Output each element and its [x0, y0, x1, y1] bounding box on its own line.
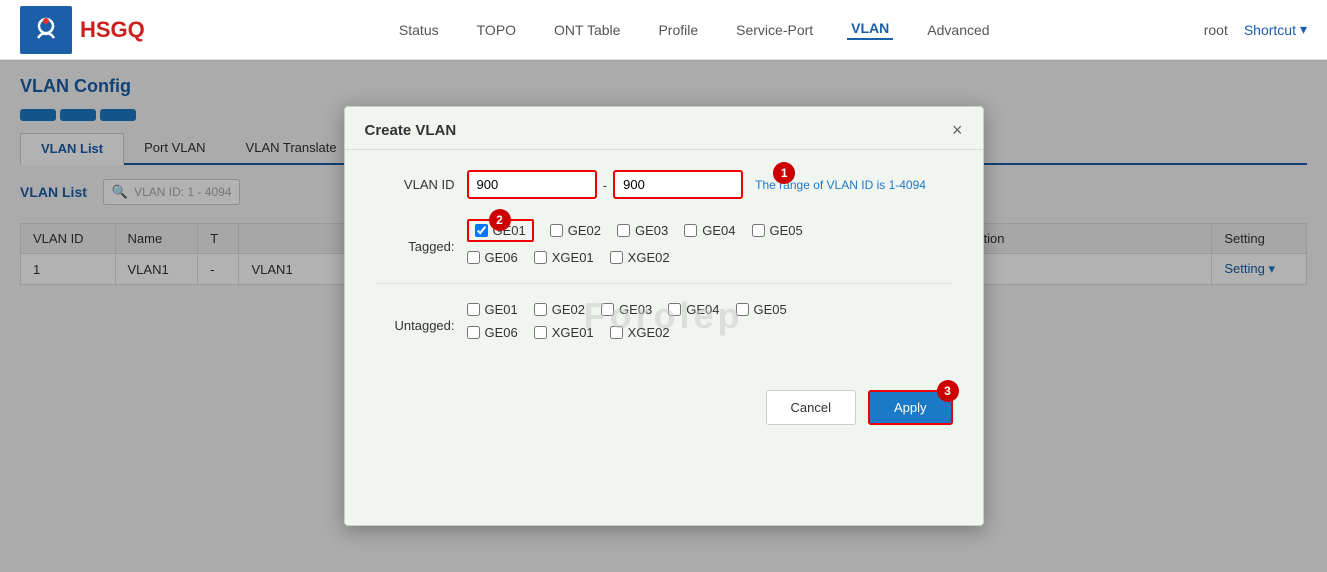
page-content: VLAN Config VLAN List Port VLAN VLAN Tra… — [0, 60, 1327, 572]
nav-advanced[interactable]: Advanced — [923, 22, 993, 38]
logo-area: HSGQ — [20, 6, 145, 54]
tagged-xge01-checkbox[interactable] — [534, 251, 547, 264]
nav-ont-table[interactable]: ONT Table — [550, 22, 624, 38]
vlan-id-from-input[interactable] — [467, 170, 597, 199]
step-badge-2: 2 — [489, 209, 511, 231]
untagged-xge01-checkbox[interactable] — [534, 326, 547, 339]
tagged-ge02-checkbox[interactable] — [550, 224, 563, 237]
tagged-ge03-item[interactable]: GE03 — [617, 223, 668, 238]
untagged-xge01-label: XGE01 — [552, 325, 594, 340]
logo-icon — [20, 6, 72, 54]
dialog-header: Create VLAN × — [345, 107, 983, 150]
tagged-ge04-checkbox[interactable] — [684, 224, 697, 237]
vlan-id-row: VLAN ID - 1 The range of VLAN ID is 1-40… — [375, 170, 953, 199]
tagged-ge05-item[interactable]: GE05 — [752, 223, 803, 238]
untagged-ports-row2: GE06 XGE01 XGE02 — [467, 325, 787, 340]
untagged-ge01-item[interactable]: GE01 — [467, 302, 518, 317]
tagged-label: Tagged: — [375, 239, 455, 254]
create-vlan-dialog: Forolep Create VLAN × VLAN ID - 1 The r — [344, 106, 984, 526]
untagged-ge02-label: GE02 — [552, 302, 585, 317]
cancel-button[interactable]: Cancel — [766, 390, 856, 425]
untagged-ge06-item[interactable]: GE06 — [467, 325, 518, 340]
untagged-ge04-checkbox[interactable] — [668, 303, 681, 316]
untagged-ge01-label: GE01 — [485, 302, 518, 317]
tagged-xge01-item[interactable]: XGE01 — [534, 250, 594, 265]
dash-separator: - — [603, 177, 608, 193]
dialog-body: VLAN ID - 1 The range of VLAN ID is 1-40… — [345, 150, 983, 376]
vlan-id-inputs: - 1 — [467, 170, 744, 199]
nav-items: Status TOPO ONT Table Profile Service-Po… — [185, 20, 1204, 40]
tagged-xge02-label: XGE02 — [628, 250, 670, 265]
nav-root[interactable]: root — [1204, 22, 1228, 38]
tagged-xge01-label: XGE01 — [552, 250, 594, 265]
untagged-xge02-label: XGE02 — [628, 325, 670, 340]
untagged-ge02-checkbox[interactable] — [534, 303, 547, 316]
untagged-ge06-checkbox[interactable] — [467, 326, 480, 339]
untagged-ports-row1: GE01 GE02 GE03 — [467, 302, 787, 317]
tagged-ge02-item[interactable]: GE02 — [550, 223, 601, 238]
tagged-section: Tagged: 2 GE01 GE02 — [375, 219, 953, 273]
untagged-label: Untagged: — [375, 318, 455, 333]
tagged-ge03-label: GE03 — [635, 223, 668, 238]
tagged-ge06-item[interactable]: GE06 — [467, 250, 518, 265]
untagged-xge01-item[interactable]: XGE01 — [534, 325, 594, 340]
untagged-ge03-label: GE03 — [619, 302, 652, 317]
step-badge-1: 1 — [773, 162, 795, 184]
step-badge-3: 3 — [937, 380, 959, 402]
tagged-ge06-checkbox[interactable] — [467, 251, 480, 264]
tagged-xge02-item[interactable]: XGE02 — [610, 250, 670, 265]
untagged-ge03-checkbox[interactable] — [601, 303, 614, 316]
untagged-ge03-item[interactable]: GE03 — [601, 302, 652, 317]
tagged-xge02-checkbox[interactable] — [610, 251, 623, 264]
dialog-title: Create VLAN — [365, 122, 457, 139]
nav-right: root Shortcut ▾ — [1204, 21, 1307, 38]
untagged-xge02-checkbox[interactable] — [610, 326, 623, 339]
untagged-xge02-item[interactable]: XGE02 — [610, 325, 670, 340]
untagged-ge05-item[interactable]: GE05 — [736, 302, 787, 317]
tagged-ge02-label: GE02 — [568, 223, 601, 238]
tagged-ge01-checkbox[interactable] — [475, 224, 488, 237]
tagged-ge05-checkbox[interactable] — [752, 224, 765, 237]
vlan-id-label: VLAN ID — [375, 177, 455, 192]
nav-shortcut[interactable]: Shortcut ▾ — [1244, 21, 1307, 38]
nav-profile[interactable]: Profile — [654, 22, 702, 38]
tagged-ge05-label: GE05 — [770, 223, 803, 238]
tagged-ports-row1: GE01 GE02 GE03 — [467, 219, 803, 242]
dialog-footer: Cancel 3 Apply — [345, 376, 983, 439]
chevron-down-icon: ▾ — [1300, 21, 1307, 38]
tagged-ge04-item[interactable]: GE04 — [684, 223, 735, 238]
tagged-ge04-label: GE04 — [702, 223, 735, 238]
untagged-ge02-item[interactable]: GE02 — [534, 302, 585, 317]
untagged-ge04-label: GE04 — [686, 302, 719, 317]
untagged-ge04-item[interactable]: GE04 — [668, 302, 719, 317]
modal-overlay: Forolep Create VLAN × VLAN ID - 1 The r — [0, 60, 1327, 572]
untagged-section: Untagged: GE01 GE02 — [375, 302, 953, 348]
untagged-ge01-checkbox[interactable] — [467, 303, 480, 316]
nav-service-port[interactable]: Service-Port — [732, 22, 817, 38]
nav-vlan[interactable]: VLAN — [847, 20, 893, 40]
brand-name: HSGQ — [80, 17, 145, 43]
untagged-ge05-label: GE05 — [754, 302, 787, 317]
nav-topo[interactable]: TOPO — [473, 22, 520, 38]
header: HSGQ Status TOPO ONT Table Profile Servi… — [0, 0, 1327, 60]
tagged-ge06-label: GE06 — [485, 250, 518, 265]
untagged-ge06-label: GE06 — [485, 325, 518, 340]
section-divider — [375, 283, 953, 284]
vlan-id-to-input[interactable] — [613, 170, 743, 199]
close-button[interactable]: × — [952, 121, 963, 139]
untagged-ge05-checkbox[interactable] — [736, 303, 749, 316]
nav-status[interactable]: Status — [395, 22, 443, 38]
tagged-ports-row2: GE06 XGE01 XGE02 — [467, 250, 803, 265]
tagged-ge03-checkbox[interactable] — [617, 224, 630, 237]
